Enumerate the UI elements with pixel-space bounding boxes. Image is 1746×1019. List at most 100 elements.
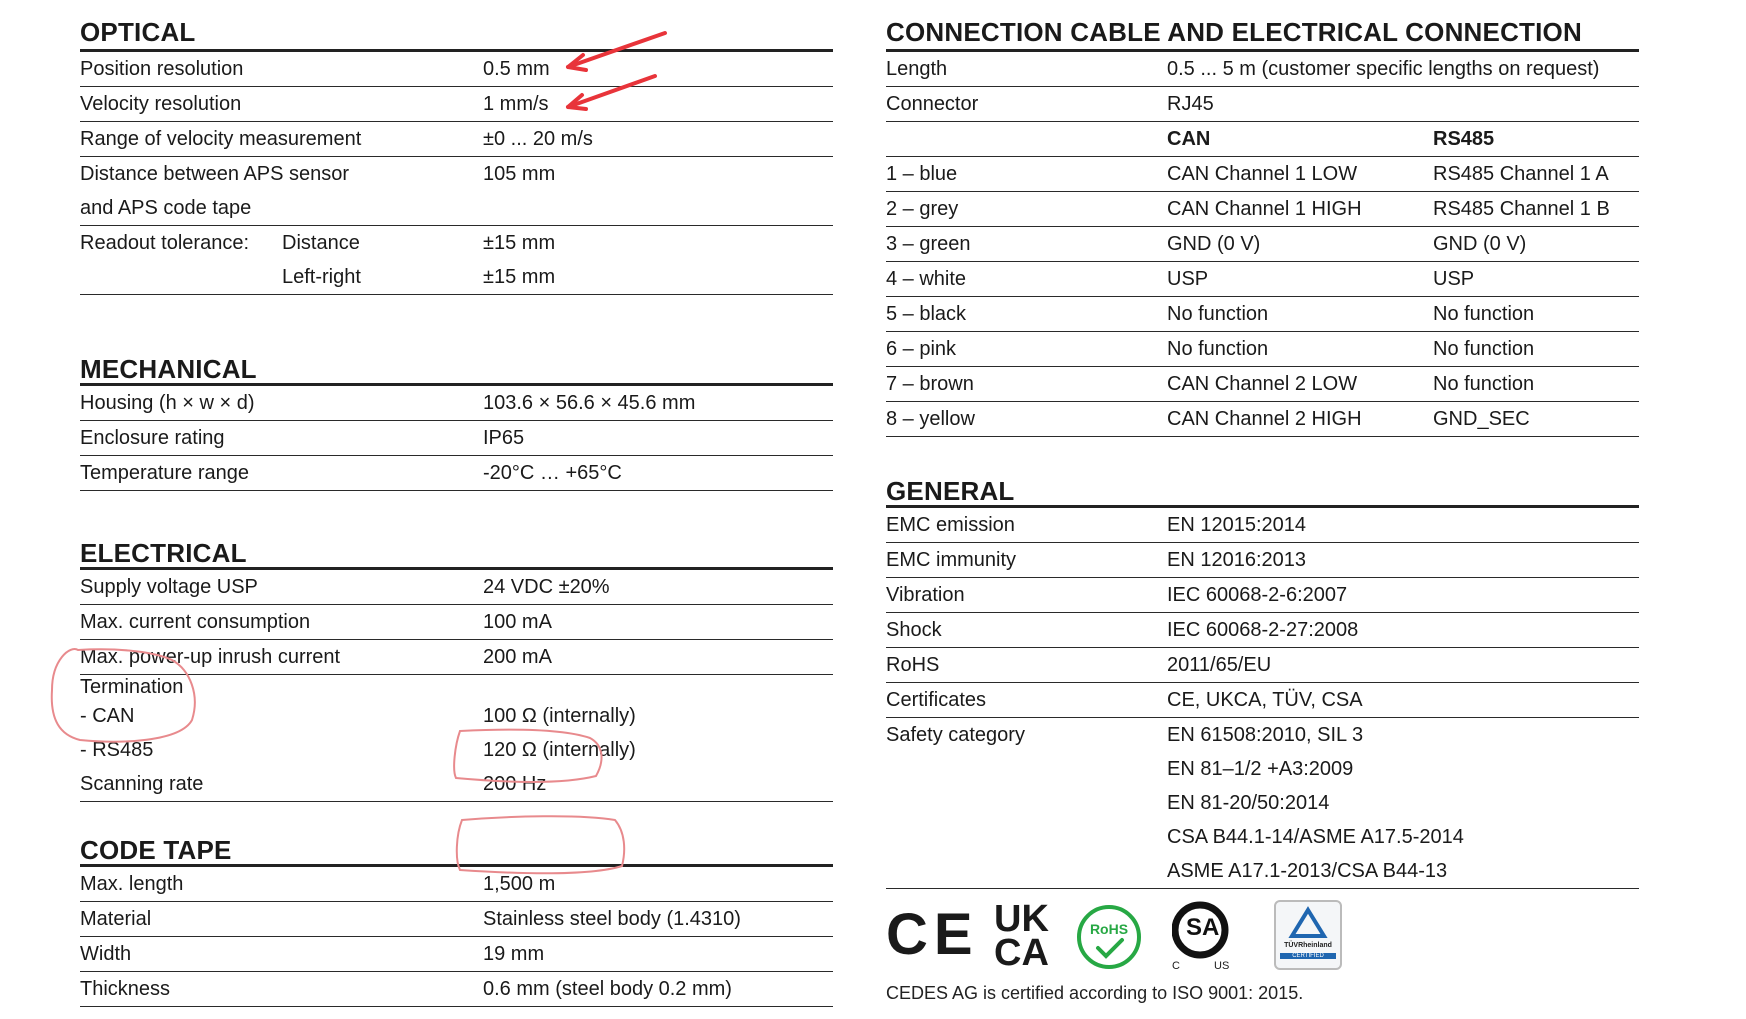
safety-values: EN 61508:2010, SIL 3 EN 81–1/2 +A3:2009 … [1167, 718, 1639, 888]
pin-label: 1 – blue [886, 163, 958, 185]
mechanical-title: MECHANICAL [80, 341, 833, 386]
spec-value: IEC 60068-2-6:2007 [1167, 584, 1348, 606]
tuv-certified-band: CERTIFIED [1280, 953, 1336, 959]
pin-label: 6 – pink [886, 338, 957, 360]
spec-label: Certificates [886, 689, 987, 711]
spec-value: 100 mA [483, 611, 552, 633]
spec-label: Temperature range [80, 462, 249, 484]
readout-row: Left-right ±15 mm [80, 260, 833, 295]
pin-label: 5 – black [886, 303, 967, 325]
spec-label: Max. length [80, 873, 184, 895]
spec-value: EN 12016:2013 [1167, 549, 1307, 571]
pin-row: 2 – grey CAN Channel 1 HIGH RS485 Channel … [886, 192, 1639, 227]
tuv-logo: TÜVRheinland CERTIFIED [1274, 900, 1342, 970]
spec-value: RJ45 [1167, 93, 1214, 115]
safety-row: Safety category EN 61508:2010, SIL 3 EN … [886, 718, 1639, 889]
spec-value: Stainless steel body (1.4310) [483, 908, 741, 930]
spec-label: Shock [886, 619, 942, 641]
safety-value: EN 81–1/2 +A3:2009 [1167, 758, 1354, 780]
termination-rs485-row: - RS485 120 Ω (internally) [80, 733, 833, 767]
termination-row: Termination [80, 675, 833, 699]
csa-us-mark: US [1214, 960, 1230, 972]
pin-can-value: GND (0 V) [1167, 233, 1261, 255]
spec-row: Temperature range -20°C … +65°C [80, 456, 833, 491]
spec-value: CE, UKCA, TÜV, CSA [1167, 689, 1363, 711]
pin-rs485-value: No function [1433, 373, 1535, 395]
pin-can-value: CAN Channel 1 HIGH [1167, 198, 1362, 220]
spec-value: 2011/65/EU [1167, 654, 1272, 676]
spec-value: 0.5 ... 5 m (customer specific lengths o… [1167, 58, 1600, 80]
csa-logo: SA C US [1171, 900, 1242, 976]
connection-title: CONNECTION CABLE AND ELECTRICAL CONNECTI… [886, 0, 1639, 52]
pin-label: 2 – grey [886, 198, 959, 220]
spec-value: 105 mm [483, 163, 556, 185]
spec-label: Velocity resolution [80, 93, 242, 115]
spec-label: Supply voltage USP [80, 576, 258, 598]
pin-rs485-value: No function [1433, 338, 1535, 360]
pin-row: 3 – green GND (0 V) GND (0 V) [886, 227, 1639, 262]
spec-row: Scanning rate 200 Hz [80, 767, 833, 802]
optical-title: OPTICAL [80, 0, 833, 52]
spec-row: Shock IEC 60068-2-27:2008 [886, 613, 1639, 648]
spec-row: Velocity resolution 1 mm/s [80, 87, 833, 122]
spec-label: Connector [886, 93, 979, 115]
spec-row: Width 19 mm [80, 937, 833, 972]
pin-rs485-value: No function [1433, 303, 1535, 325]
spec-label: Scanning rate [80, 773, 204, 795]
safety-value: EN 61508:2010, SIL 3 [1167, 724, 1364, 746]
spec-row: Max. power-up inrush current 200 mA [80, 640, 833, 675]
spec-label: Vibration [886, 584, 965, 606]
spec-value: -20°C … +65°C [483, 462, 622, 484]
safety-value: EN 81-20/50:2014 [1167, 792, 1330, 814]
pin-row: 8 – yellow CAN Channel 2 HIGH GND_SEC [886, 402, 1639, 437]
csa-c-mark: C [1172, 960, 1180, 972]
spec-value: IP65 [483, 427, 525, 449]
ukca-logo-top: UK [994, 898, 1049, 940]
pin-can-value: No function [1167, 303, 1269, 325]
tuv-logo-text: TÜVRheinland [1284, 942, 1332, 949]
spec-label-line: Distance between APS sensor [80, 163, 350, 185]
spec-label: Enclosure rating [80, 427, 225, 449]
pin-rs485-value: RS485 Channel 1 A [1433, 163, 1609, 185]
termination-rs485-label: - RS485 [80, 739, 154, 761]
spec-label: Material [80, 908, 152, 930]
spec-row: Material Stainless steel body (1.4310) [80, 902, 833, 937]
code-tape-title: CODE TAPE [80, 822, 833, 867]
spec-row: Max. length 1,500 m [80, 867, 833, 902]
pin-row: 1 – blue CAN Channel 1 LOW RS485 Channel 1… [886, 157, 1639, 192]
spec-row: Connector RJ45 [886, 87, 1639, 122]
pin-label: 8 – yellow [886, 408, 975, 430]
spec-row: Range of velocity measurement ±0 ... 20 … [80, 122, 833, 157]
safety-value: CSA B44.1-14/ASME A17.5-2014 [1167, 826, 1464, 848]
rs485-column-header: RS485 [1433, 128, 1495, 150]
csa-logo-text: SA [1186, 914, 1220, 941]
spec-row: Enclosure rating IP65 [80, 421, 833, 456]
spec-row: EMC emission EN 12015:2014 [886, 508, 1639, 543]
spec-value: 0.5 mm [483, 58, 550, 80]
ukca-logo-bottom: CA [994, 932, 1049, 974]
rohs-logo: RoHS [1076, 904, 1142, 970]
readout-row: Readout tolerance: Distance ±15 mm [80, 226, 833, 260]
spec-row: Length 0.5 ... 5 m (customer specific le… [886, 52, 1639, 87]
spec-value: 0.6 mm (steel body 0.2 mm) [483, 978, 732, 1000]
spec-label: Width [80, 943, 132, 965]
pin-can-value: No function [1167, 338, 1269, 360]
readout-value: ±15 mm [483, 232, 556, 254]
spec-row: Housing (h × w × d) 103.6 × 56.6 × 45.6 … [80, 386, 833, 421]
spec-label: Length [886, 58, 948, 80]
spec-row: Thickness 0.6 mm (steel body 0.2 mm) [80, 972, 833, 1007]
pin-label: 7 – brown [886, 373, 974, 395]
spec-label: Max. power-up inrush current [80, 646, 341, 668]
general-title: GENERAL [886, 463, 1639, 508]
readout-sub-label: Left-right [282, 266, 361, 288]
spec-row: EMC immunity EN 12016:2013 [886, 543, 1639, 578]
termination-can-row: - CAN 100 Ω (internally) [80, 699, 833, 733]
readout-sub-label: Distance [282, 232, 360, 254]
rohs-logo-text: RoHS [1089, 921, 1129, 937]
spec-value: 200 Hz [483, 773, 547, 795]
pin-row: 5 – black No function No function [886, 297, 1639, 332]
left-column: OPTICAL Position resolution 0.5 mm Veloc… [80, 0, 833, 1007]
pin-can-value: CAN Channel 2 HIGH [1167, 408, 1362, 430]
spec-label-line: and APS code tape [80, 197, 252, 219]
spec-value: 1,500 m [483, 873, 556, 895]
